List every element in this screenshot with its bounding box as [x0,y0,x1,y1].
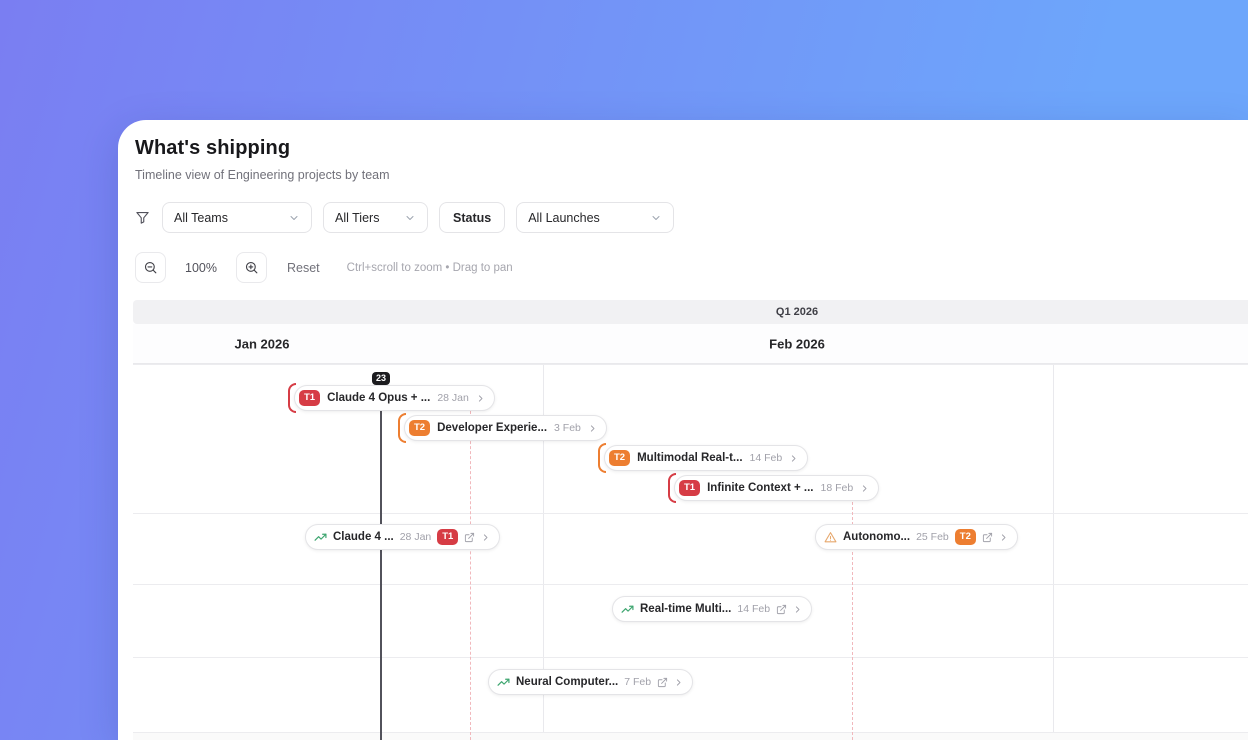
launch-date: 14 Feb [737,603,771,615]
launch-chip[interactable]: Real-time Multi... 14 Feb [612,596,813,622]
tier-badge: T2 [954,529,976,545]
row-gridline [133,657,1248,658]
row-gridline [133,364,1248,365]
month-gridline [1053,364,1054,740]
row-gridline [133,513,1248,514]
tier-badge: T1 [679,480,701,496]
trending-up-icon [314,531,327,544]
launches-select[interactable]: All Launches [516,202,675,233]
chevron-right-icon [999,533,1008,542]
launch-title: Neural Computer... [516,676,619,688]
external-link-icon[interactable] [776,604,787,615]
chevron-right-icon [860,484,869,493]
filter-bar: All Teams All Tiers Status All Launches [135,202,675,233]
project-title: Multimodal Real-t... [637,452,743,464]
project-chip[interactable]: T2 Developer Experie... 3 Feb [404,415,607,441]
launch-date: 28 Jan [399,531,432,543]
month-label-jan: Jan 2026 [234,336,290,351]
today-badge: 23 [371,372,391,385]
timeline[interactable]: Q1 2026 Jan 2026 Feb 2026 23 T1 Claude 4… [133,300,1248,740]
project-date: 28 Jan [437,392,469,404]
zoom-level: 100% [185,260,217,275]
launch-title: Claude 4 ... [333,531,394,543]
chevron-right-icon [674,678,683,687]
chevron-down-icon [288,212,300,224]
launch-title: Real-time Multi... [640,603,732,615]
project-date: 18 Feb [820,482,854,494]
reset-zoom-button[interactable]: Reset [287,261,320,275]
external-link-icon[interactable] [464,532,475,543]
chevron-right-icon [588,424,597,433]
tier-badge: T2 [409,420,431,436]
launches-select-value: All Launches [528,210,600,225]
page-header: What's shipping Timeline view of Enginee… [135,137,390,182]
tier-badge: T2 [609,450,631,466]
launch-date: 7 Feb [624,676,652,688]
project-title: Claude 4 Opus + ... [327,392,431,404]
project-chip[interactable]: T2 Multimodal Real-t... 14 Feb [604,445,809,471]
warning-icon [824,531,837,544]
external-link-icon[interactable] [982,532,993,543]
zoom-in-button[interactable] [236,252,267,283]
project-date: 3 Feb [554,422,581,434]
main-card: What's shipping Timeline view of Enginee… [118,120,1248,740]
teams-select-value: All Teams [174,210,228,225]
project-chip[interactable]: T1 Claude 4 Opus + ... 28 Jan [294,385,495,411]
page-subtitle: Timeline view of Engineering projects by… [135,168,390,182]
row-gridline [133,584,1248,585]
project-title: Developer Experie... [437,422,548,434]
external-link-icon[interactable] [657,677,668,688]
tiers-select-value: All Tiers [335,210,380,225]
launch-title: Autonomo... [843,531,911,543]
quarter-label: Q1 2026 [775,306,819,318]
chevron-right-icon [789,454,798,463]
project-title: Infinite Context + ... [707,482,814,494]
trending-up-icon [621,603,634,616]
status-button[interactable]: Status [439,202,506,233]
quarter-header: Q1 2026 [133,300,1248,324]
launch-date: 25 Feb [916,531,949,543]
timeline-grid[interactable]: 23 T1 Claude 4 Opus + ... 28 Jan T2 Deve… [133,364,1248,740]
trending-up-icon [497,676,510,689]
chevron-right-icon [793,605,802,614]
month-label-feb: Feb 2026 [769,336,825,351]
filter-icon [135,210,150,225]
month-header-row: Jan 2026 Feb 2026 [133,324,1248,364]
zoom-out-button[interactable] [135,252,166,283]
teams-select[interactable]: All Teams [162,202,312,233]
row-background [133,732,1248,740]
chevron-right-icon [476,394,485,403]
launch-chip[interactable]: Autonomo... 25 Feb T2 [815,524,1018,550]
project-chip[interactable]: T1 Infinite Context + ... 18 Feb [674,475,880,501]
milestone-dashed-line [470,411,471,740]
tier-badge: T1 [437,529,459,545]
chevron-down-icon [650,212,662,224]
launch-chip[interactable]: Neural Computer... 7 Feb [488,669,694,695]
project-date: 14 Feb [749,452,783,464]
tiers-select[interactable]: All Tiers [323,202,428,233]
zoom-toolbar: 100% Reset Ctrl+scroll to zoom • Drag to… [135,252,513,283]
today-line [380,382,382,740]
launch-chip[interactable]: Claude 4 ... 28 Jan T1 [305,524,501,550]
tier-badge: T1 [299,390,321,406]
pan-zoom-hint: Ctrl+scroll to zoom • Drag to pan [346,261,513,274]
chevron-right-icon [481,533,490,542]
row-gridline [133,732,1248,733]
page-title: What's shipping [135,137,291,159]
chevron-down-icon [404,212,416,224]
